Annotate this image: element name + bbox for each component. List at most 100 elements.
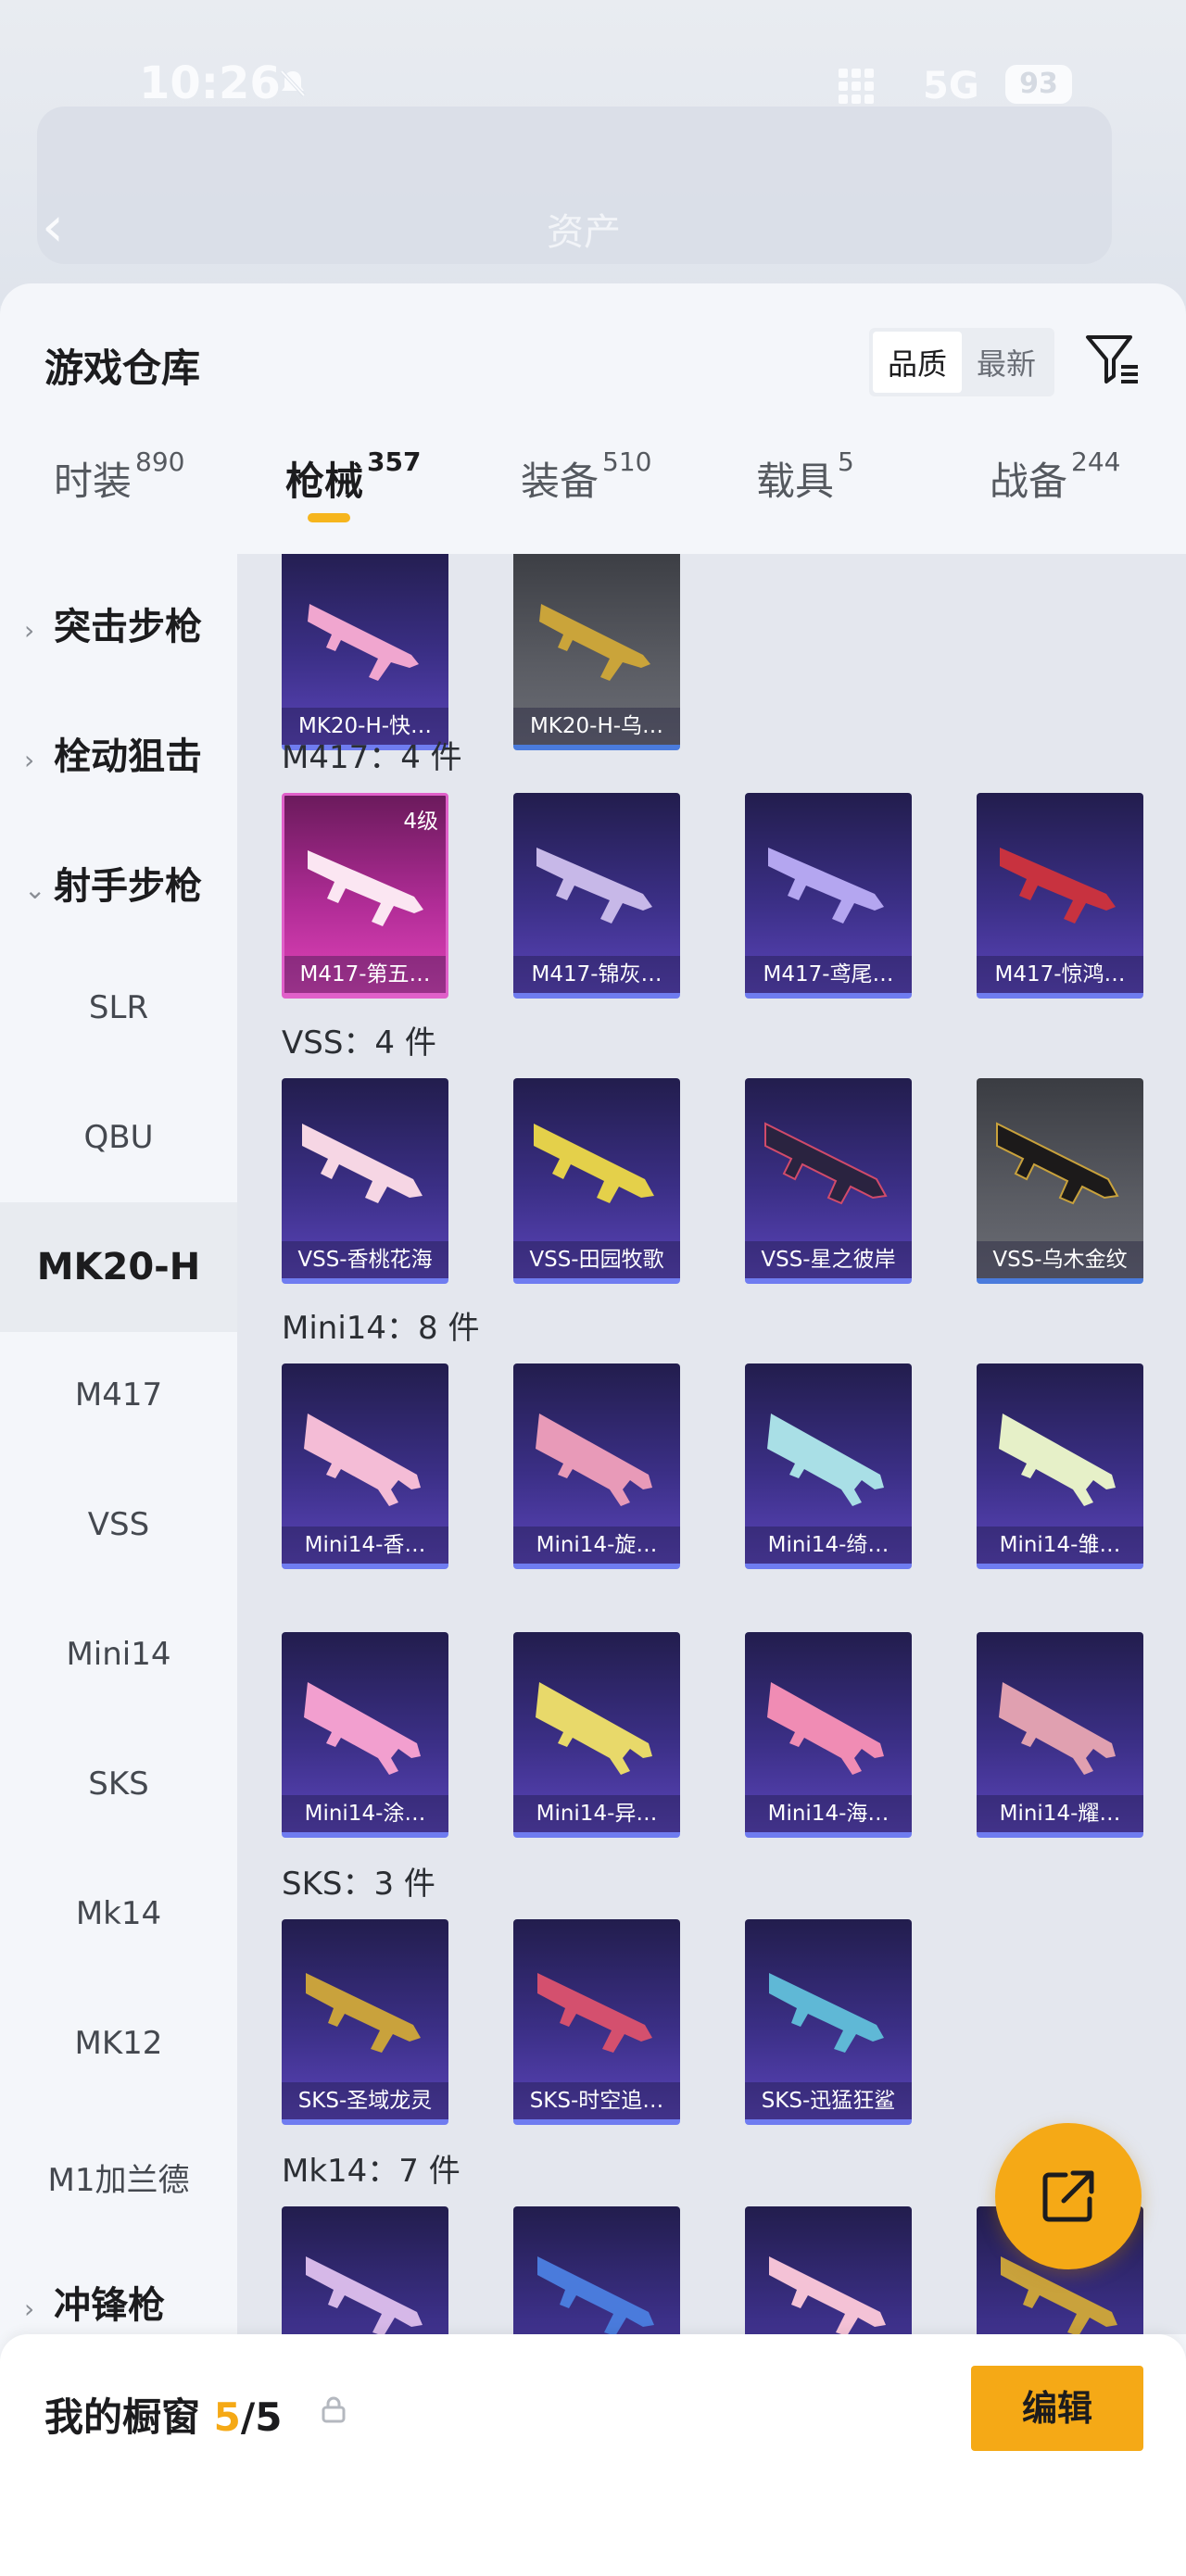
sidebar-item-mini14[interactable]: Mini14 (0, 1636, 237, 1673)
item-name: SKS-迅猛狂鲨 (745, 2082, 912, 2119)
sort-newest-button[interactable]: 最新 (962, 332, 1051, 393)
sidebar-cat-marksman[interactable]: ⌄ 射手步枪 (0, 856, 237, 910)
sidebar-item-qbu[interactable]: QBU (0, 1119, 237, 1156)
item-card[interactable]: SKS-时空追… (513, 1919, 680, 2125)
tab-count: 890 (135, 446, 185, 477)
item-card[interactable]: 4级 M417-第五… (282, 793, 448, 999)
tab-label: 枪械 (285, 459, 364, 504)
sidebar-cat-label: 突击步枪 (54, 606, 202, 648)
sidebar-cat-assault[interactable]: › 突击步枪 (0, 597, 237, 650)
sidebar-cat-label: 射手步枪 (54, 865, 202, 908)
item-card[interactable]: MK20-H-乌… (513, 554, 680, 750)
item-card[interactable]: Mini14-涂… (282, 1632, 448, 1838)
item-grid: MK20-H-快… MK20-H-乌… M417：4 件 4级 M417-第五…… (237, 554, 1186, 2334)
rifle-icon (1000, 848, 1116, 924)
edit-showcase-button[interactable]: 编辑 (971, 2366, 1143, 2451)
item-name: Mini14-海… (745, 1795, 912, 1832)
filter-icon[interactable] (1082, 330, 1142, 389)
share-fab-button[interactable] (995, 2123, 1142, 2269)
item-card[interactable] (745, 2206, 912, 2334)
sidebar-item-mk12[interactable]: MK12 (0, 2025, 237, 2062)
sidebar-cat-bolt[interactable]: › 栓动狙击 (0, 726, 237, 780)
tab-weapons[interactable]: 枪械 357 (285, 446, 421, 522)
item-card[interactable]: VSS-星之彼岸 (745, 1078, 912, 1284)
tab-equipment[interactable]: 装备 510 (521, 446, 651, 507)
rifle-icon (536, 1414, 652, 1506)
item-name: VSS-星之彼岸 (745, 1241, 912, 1278)
rifle-icon (539, 604, 650, 681)
item-card[interactable]: MK20-H-快… (282, 554, 448, 750)
lock-icon (322, 2396, 346, 2423)
rifle-icon (764, 1122, 888, 1205)
item-card[interactable]: Mini14-海… (745, 1632, 912, 1838)
item-card[interactable]: M417-锦灰… (513, 793, 680, 999)
sidebar-item-m417[interactable]: M417 (0, 1376, 237, 1414)
sidebar-cat-label: 栓动狙击 (54, 735, 202, 778)
item-card[interactable]: Mini14-香… (282, 1363, 448, 1569)
item-name: VSS-田园牧歌 (513, 1241, 680, 1278)
item-card[interactable]: Mini14-耀… (977, 1632, 1143, 1838)
rifle-icon (537, 1973, 652, 2053)
chevron-right-icon: › (24, 745, 35, 775)
sidebar-cat-label: 冲锋枪 (54, 2284, 165, 2327)
rifle-icon (304, 1682, 421, 1775)
item-name: VSS-乌木金纹 (977, 1241, 1143, 1278)
item-card[interactable]: Mini14-旋… (513, 1363, 680, 1569)
item-name: Mini14-旋… (513, 1527, 680, 1564)
mute-bell-icon (276, 67, 309, 108)
group-header-mini14: Mini14：8 件 (282, 1310, 480, 1347)
showcase-bar: 我的橱窗 5/5 编辑 (0, 2334, 1186, 2576)
chevron-right-icon: › (24, 615, 35, 646)
network-type: 5G (923, 65, 979, 107)
sidebar-item-mk14[interactable]: Mk14 (0, 1895, 237, 1932)
sidebar-item-mk20h[interactable]: MK20-H (0, 1202, 237, 1332)
rifle-icon (999, 1682, 1116, 1775)
item-card[interactable]: VSS-香桃花海 (282, 1078, 448, 1284)
tab-label: 时装 (54, 459, 132, 504)
item-name: Mini14-雏… (977, 1527, 1143, 1564)
chevron-down-icon: ⌄ (24, 874, 46, 905)
share-external-icon (1042, 2170, 1094, 2222)
sidebar-item-m1garand[interactable]: M1加兰德 (0, 2155, 237, 2200)
group-header-vss: VSS：4 件 (282, 1024, 436, 1062)
tab-label: 战备 (990, 459, 1068, 504)
rifle-icon (537, 2256, 654, 2334)
sidebar-cat-smg[interactable]: › 冲锋枪 (0, 2275, 237, 2329)
background-tab-hint: 资产 (547, 211, 621, 254)
sidebar-item-slr[interactable]: SLR (0, 989, 237, 1026)
signal-grid-icon (839, 69, 874, 104)
rifle-icon (308, 850, 423, 926)
item-card[interactable]: Mini14-绮… (745, 1363, 912, 1569)
rifle-icon (308, 604, 419, 681)
rifle-icon (767, 1414, 884, 1506)
rifle-icon (306, 1973, 421, 2053)
tab-fashion[interactable]: 时装 890 (54, 446, 184, 507)
sort-quality-button[interactable]: 品质 (873, 332, 962, 393)
item-card[interactable]: VSS-乌木金纹 (977, 1078, 1143, 1284)
item-name: SKS-圣域龙灵 (282, 2082, 448, 2119)
showcase-total-count: /5 (240, 2394, 283, 2440)
weapon-sidebar: › 突击步枪 › 栓动狙击 ⌄ 射手步枪 SLR QBU MK20-H M417 VS… (0, 554, 237, 2334)
showcase-label: 我的橱窗 (44, 2394, 201, 2440)
item-card[interactable]: M417-惊鸿… (977, 793, 1143, 999)
item-card[interactable] (513, 2206, 680, 2334)
item-card[interactable]: Mini14-异… (513, 1632, 680, 1838)
item-name: Mini14-绮… (745, 1527, 912, 1564)
item-card[interactable]: M417-鸢尾… (745, 793, 912, 999)
item-card[interactable]: SKS-圣域龙灵 (282, 1919, 448, 2125)
tab-battle-gear[interactable]: 战备 244 (990, 446, 1120, 507)
sidebar-item-sks[interactable]: SKS (0, 1766, 237, 1803)
background-app: 资产 10:26 5G 93 ‹ (0, 0, 1186, 306)
item-card[interactable]: VSS-田园牧歌 (513, 1078, 680, 1284)
sidebar-item-vss[interactable]: VSS (0, 1506, 237, 1543)
sort-toggle[interactable]: 品质 最新 (869, 328, 1054, 396)
item-card[interactable]: SKS-迅猛狂鲨 (745, 1919, 912, 2125)
rifle-icon (302, 1124, 423, 1203)
item-card[interactable]: Mini14-雏… (977, 1363, 1143, 1569)
tab-count: 357 (367, 446, 422, 477)
rifle-icon (304, 1414, 421, 1506)
back-chevron-icon[interactable]: ‹ (42, 195, 64, 259)
battery-level: 93 (1005, 65, 1072, 104)
item-card[interactable] (282, 2206, 448, 2334)
tab-vehicles[interactable]: 载具 5 (756, 446, 854, 507)
